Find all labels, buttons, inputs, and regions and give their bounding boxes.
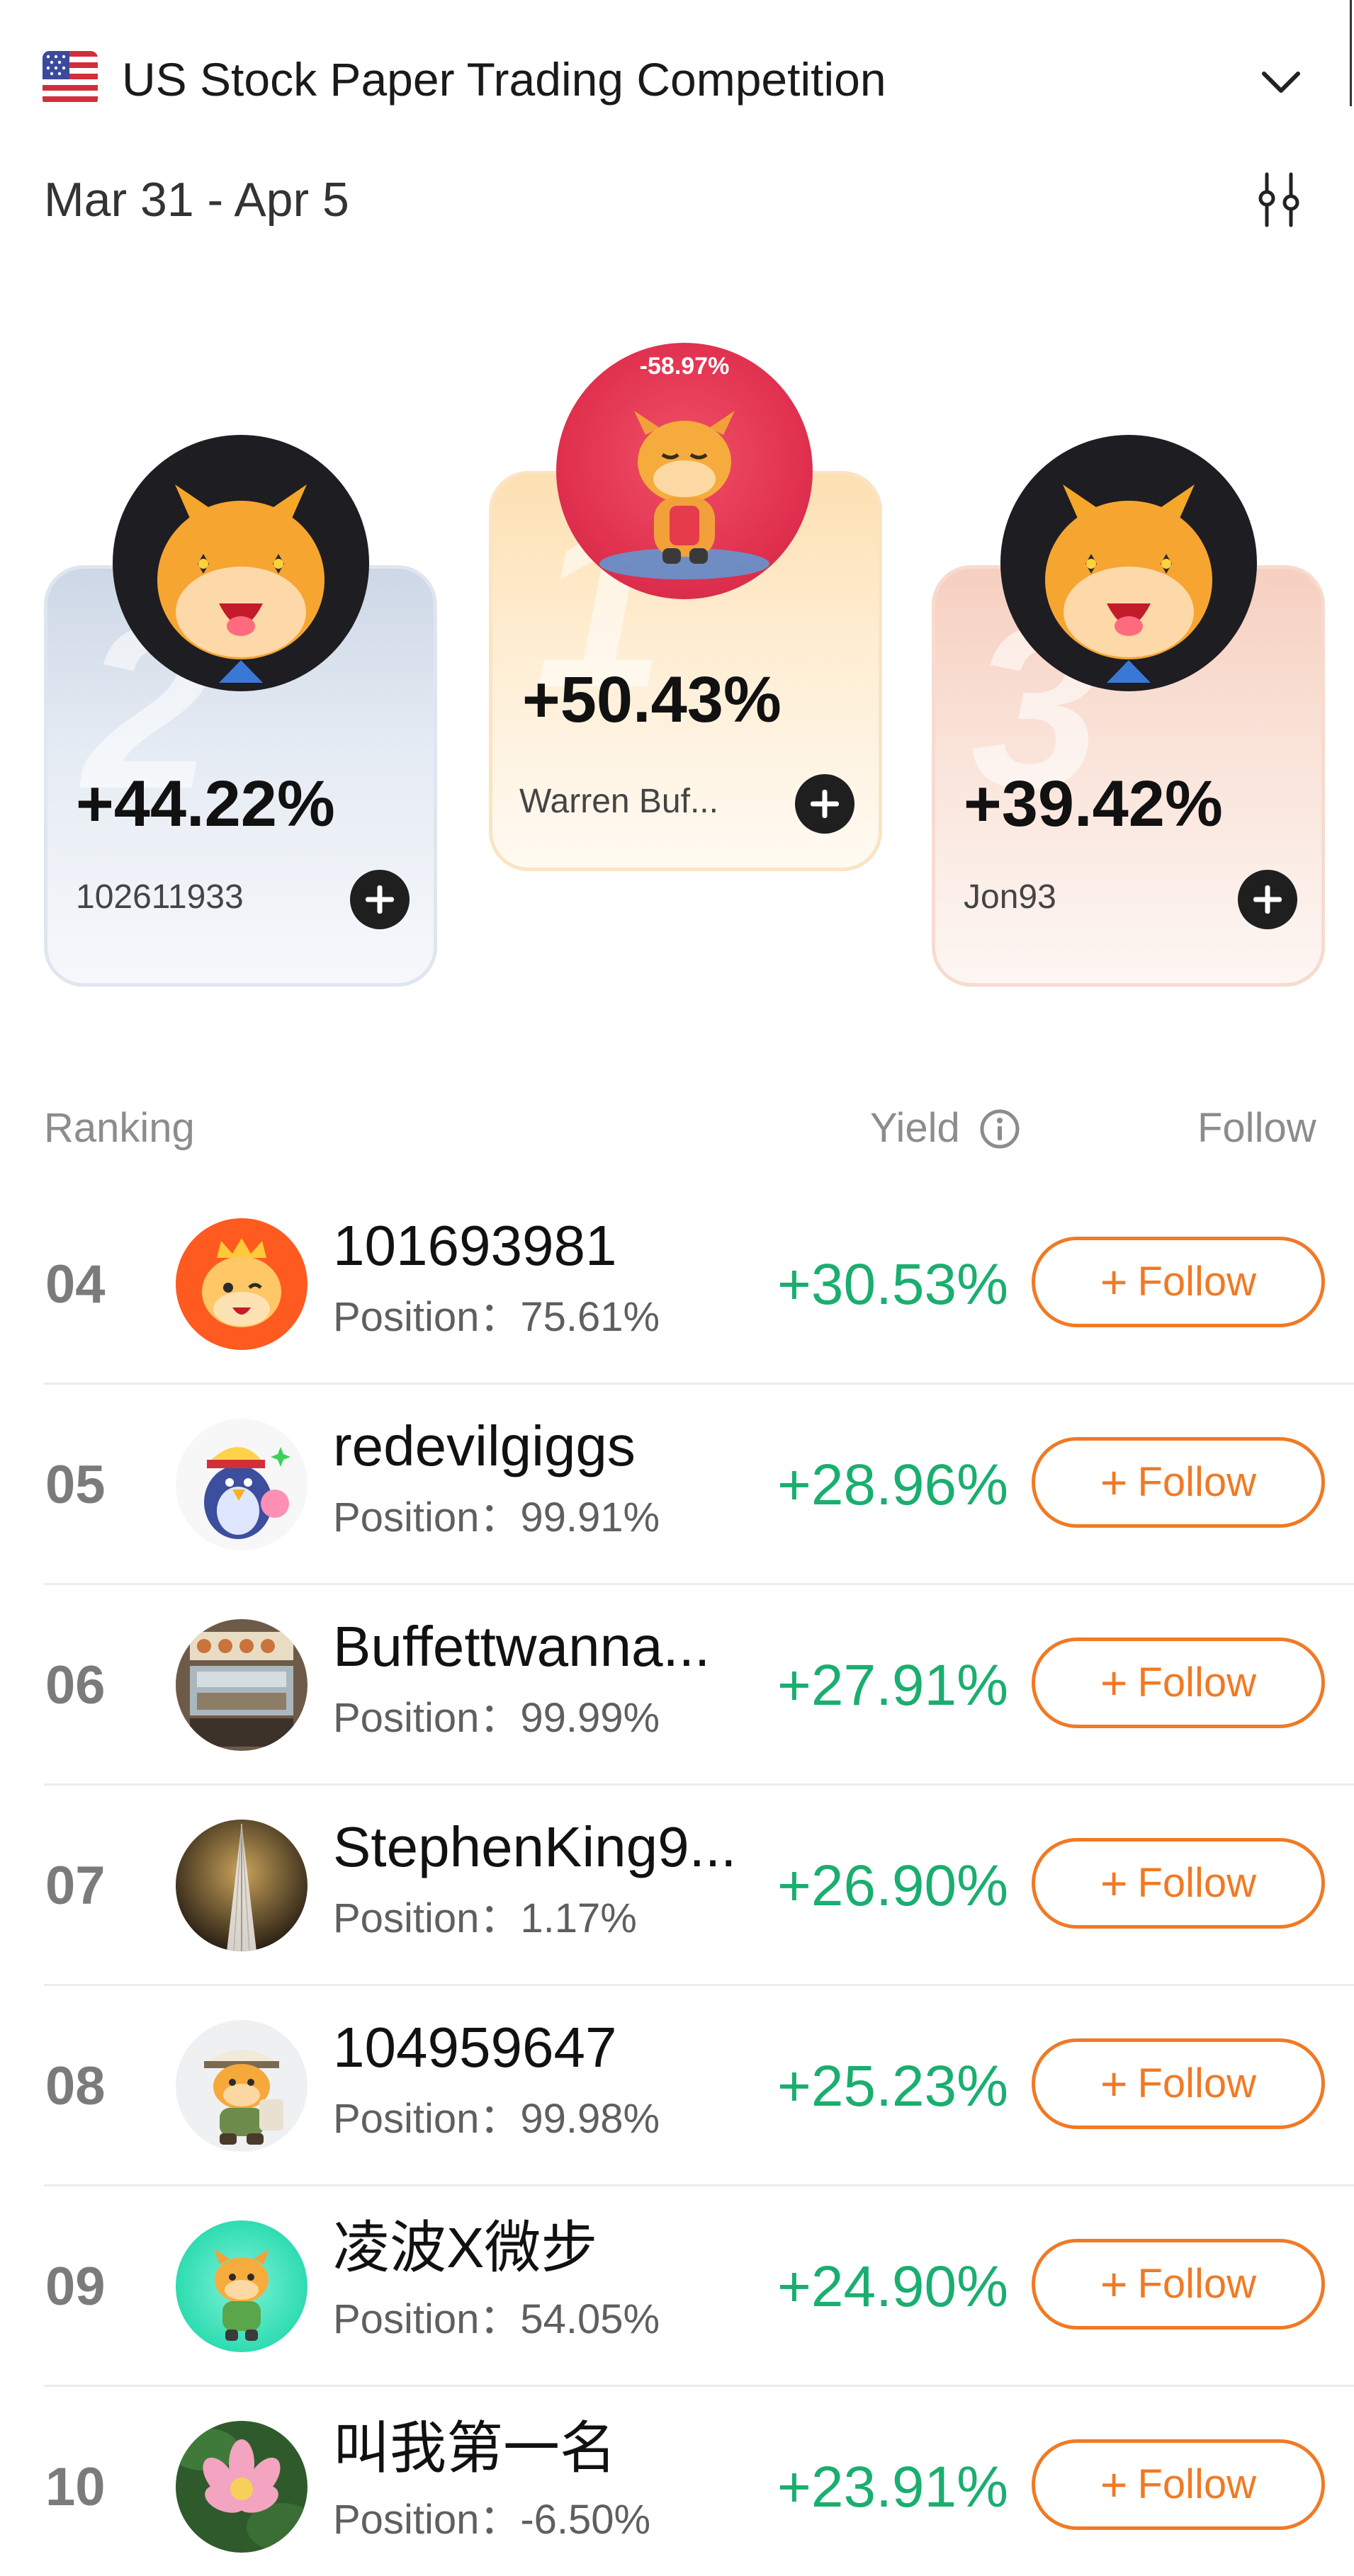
follow-button[interactable]: + Follow [1032, 2439, 1325, 2530]
scroll-edge [1350, 0, 1352, 106]
follow-button[interactable]: + Follow [1032, 1237, 1325, 1327]
plus-icon: + [1100, 1456, 1128, 1509]
plus-icon: + [1100, 2458, 1128, 2511]
user-name[interactable]: 叫我第一名 [333, 2414, 616, 2483]
yield-value: +27.91% [777, 1653, 1008, 1718]
yield-value: +26.90% [777, 1854, 1008, 1918]
bull-king-avatar[interactable] [176, 1218, 308, 1350]
list-item[interactable]: 06 Buffettwanna... Position：99.99% +27.9… [44, 1585, 1354, 1786]
rank-number: 10 [45, 2457, 106, 2517]
user-name[interactable]: 凌波X微步 [333, 2213, 597, 2283]
competition-title[interactable]: US Stock Paper Trading Competition [122, 50, 886, 109]
bull-explorer-avatar[interactable] [176, 2020, 308, 2152]
user-name[interactable]: StephenKing9... [333, 1812, 736, 1882]
rank-number: 06 [45, 1655, 106, 1715]
lotus-photo-avatar[interactable] [176, 2421, 308, 2553]
podium-name: 102611933 [76, 878, 244, 916]
yield-column-header: Yield [870, 1105, 960, 1151]
penguin-avatar[interactable] [176, 1419, 308, 1550]
avatar-caption: -58.97% [639, 353, 730, 380]
us-flag-icon [43, 51, 98, 106]
bull-mascot-icon[interactable] [1000, 435, 1257, 691]
light-tower-photo-avatar[interactable] [176, 1820, 308, 1951]
rank-number: 08 [45, 2056, 106, 2116]
follow-column-header: Follow [1197, 1105, 1316, 1151]
plus-icon: + [1100, 2058, 1128, 2110]
sliders-icon[interactable] [1254, 171, 1304, 228]
rank-number: 09 [45, 2257, 106, 2317]
user-name[interactable]: Buffettwanna... [333, 1612, 710, 1681]
user-name[interactable]: 104959647 [333, 2013, 616, 2082]
position-text: Position：99.91% [333, 1494, 660, 1541]
position-text: Position：-6.50% [333, 2497, 651, 2543]
podium-yield: +39.42% [964, 768, 1223, 840]
yield-value: +25.23% [777, 2054, 1008, 2118]
ranking-column-header: Ranking [44, 1105, 195, 1151]
follow-button[interactable]: + Follow [1032, 2038, 1325, 2129]
position-text: Position：99.98% [333, 2096, 660, 2142]
follow-button[interactable]: + Follow [1032, 1638, 1325, 1728]
position-text: Position：75.61% [333, 1294, 660, 1340]
yield-value: +23.91% [777, 2455, 1008, 2519]
user-name[interactable]: 101693981 [333, 1211, 616, 1281]
list-item[interactable]: 09 凌波X微步 Position：54.05% +24.90% + Follo… [44, 2186, 1354, 2387]
list-item[interactable]: 10 叫我第一名 Position：-6.50% +23.91% + Follow [44, 2387, 1354, 2576]
add-friend-button[interactable] [1238, 870, 1297, 929]
podium-name: Warren Buf... [519, 783, 718, 820]
bull-mascot-icon[interactable] [113, 435, 369, 691]
rank-number: 07 [45, 1856, 106, 1916]
food-stall-photo-avatar[interactable] [176, 1619, 308, 1751]
position-text: Position：54.05% [333, 2296, 660, 2342]
rank-number: 05 [45, 1455, 106, 1515]
yield-value: +24.90% [777, 2254, 1008, 2319]
list-item[interactable]: 04 101693981 Position：75.61% +30.53% + Fo… [44, 1184, 1354, 1385]
info-icon[interactable] [979, 1108, 1020, 1150]
list-item[interactable]: 07 StephenKing9... Position：1.17% +26.90… [44, 1786, 1354, 1986]
list-item[interactable]: 05 redevilgiggs Position：99.91% +28.96% … [44, 1385, 1354, 1585]
chevron-down-icon[interactable] [1260, 61, 1302, 103]
bull-figure-image[interactable]: -58.97% [556, 343, 813, 599]
podium-name: Jon93 [964, 878, 1056, 916]
plus-icon: + [1100, 1857, 1128, 1910]
add-friend-button[interactable] [350, 870, 410, 929]
plus-icon: + [1100, 2258, 1128, 2310]
header: US Stock Paper Trading Competition Mar 3… [0, 0, 1354, 241]
position-text: Position：1.17% [333, 1895, 637, 1941]
user-name[interactable]: redevilgiggs [333, 1412, 636, 1481]
yield-value: +28.96% [777, 1453, 1008, 1517]
yield-value: +30.53% [777, 1252, 1008, 1317]
podium-yield: +50.43% [522, 664, 782, 736]
follow-button[interactable]: + Follow [1032, 1437, 1325, 1528]
follow-button[interactable]: + Follow [1032, 1838, 1325, 1929]
date-range: Mar 31 - Apr 5 [44, 173, 349, 227]
rank-number: 04 [45, 1254, 106, 1315]
plus-icon: + [1100, 1256, 1128, 1308]
follow-button[interactable]: + Follow [1032, 2239, 1325, 2330]
position-text: Position：99.99% [333, 1695, 660, 1741]
add-friend-button[interactable] [795, 774, 854, 834]
bull-mint-avatar[interactable] [176, 2220, 308, 2352]
list-item[interactable]: 08 104959647 Position：99.98% +25.23% + Fo… [44, 1986, 1354, 2186]
podium-yield: +44.22% [76, 768, 335, 840]
plus-icon: + [1100, 1657, 1128, 1709]
